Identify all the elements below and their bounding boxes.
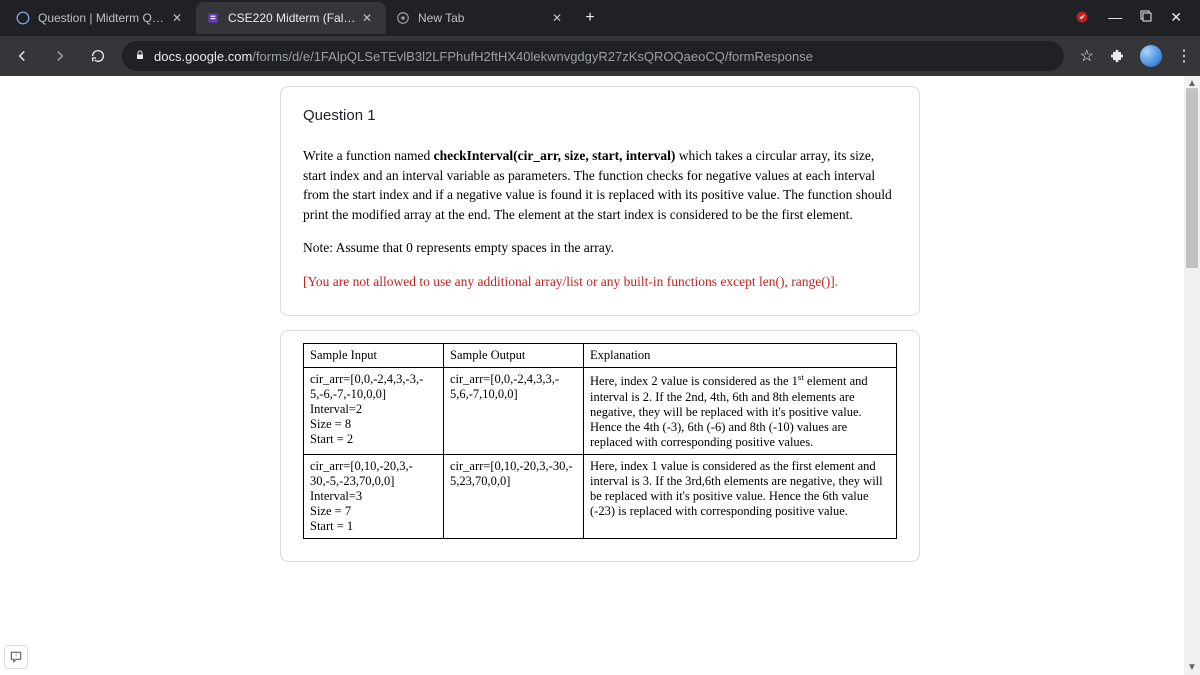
tab-title: Question | Midterm Question | CSE2 bbox=[38, 11, 166, 25]
close-window-button[interactable]: ✕ bbox=[1170, 9, 1182, 28]
question-paragraph-1: Write a function named checkInterval(cir… bbox=[303, 146, 897, 224]
url-host: docs.google.com bbox=[154, 49, 252, 64]
bookmark-star-icon[interactable]: ☆ bbox=[1080, 46, 1094, 66]
sample-table: Sample Input Sample Output Explanation c… bbox=[303, 343, 897, 538]
vertical-scrollbar[interactable]: ▲ ▼ bbox=[1184, 76, 1200, 675]
table-row: cir_arr=[0,0,-2,4,3,-3,- 5,-6,-7,-10,0,0… bbox=[304, 368, 897, 454]
scrollbar-thumb[interactable] bbox=[1186, 88, 1198, 268]
browser-tab-2[interactable]: New Tab ✕ bbox=[386, 2, 576, 34]
address-bar[interactable]: docs.google.com/forms/d/e/1FAlpQLSeTEvlB… bbox=[122, 41, 1064, 71]
new-tab-button[interactable]: + bbox=[576, 4, 604, 32]
lock-icon bbox=[134, 49, 146, 64]
close-icon[interactable]: ✕ bbox=[172, 11, 186, 25]
close-icon[interactable]: ✕ bbox=[552, 11, 566, 25]
back-button[interactable] bbox=[8, 42, 36, 70]
sample-card: Sample Input Sample Output Explanation c… bbox=[280, 330, 920, 561]
report-problem-button[interactable]: ! bbox=[4, 645, 28, 669]
favicon-icon bbox=[206, 11, 220, 25]
tab-title: CSE220 Midterm (Fall 2021) bbox=[228, 11, 356, 25]
maximize-button[interactable] bbox=[1140, 9, 1152, 28]
favicon-icon bbox=[16, 11, 30, 25]
table-row: cir_arr=[0,10,-20,3,- 30,-5,-23,70,0,0] … bbox=[304, 454, 897, 538]
menu-icon[interactable]: ⋮ bbox=[1176, 46, 1192, 66]
question-warning: [You are not allowed to use any addition… bbox=[303, 272, 897, 292]
minimize-button[interactable]: ― bbox=[1108, 9, 1122, 28]
forward-button[interactable] bbox=[46, 42, 74, 70]
svg-text:!: ! bbox=[15, 654, 17, 660]
th-input: Sample Input bbox=[304, 344, 444, 368]
browser-tab-0[interactable]: Question | Midterm Question | CSE2 ✕ bbox=[6, 2, 196, 34]
scroll-down-icon[interactable]: ▼ bbox=[1187, 662, 1197, 673]
favicon-icon bbox=[396, 11, 410, 25]
question-title: Question 1 bbox=[303, 107, 897, 124]
url-path: /forms/d/e/1FAlpQLSeTEvlB3l2LFPhufH2ftHX… bbox=[252, 49, 813, 64]
question-paragraph-2: Note: Assume that 0 represents empty spa… bbox=[303, 238, 897, 258]
close-icon[interactable]: ✕ bbox=[362, 11, 376, 25]
browser-tab-1[interactable]: CSE220 Midterm (Fall 2021) ✕ bbox=[196, 2, 386, 34]
profile-avatar[interactable] bbox=[1140, 45, 1162, 67]
tab-title: New Tab bbox=[418, 11, 546, 25]
shield-icon[interactable] bbox=[1074, 9, 1090, 28]
th-explanation: Explanation bbox=[584, 344, 897, 368]
th-output: Sample Output bbox=[444, 344, 584, 368]
extensions-icon[interactable] bbox=[1108, 47, 1126, 65]
question-card: Question 1 Write a function named checkI… bbox=[280, 86, 920, 316]
reload-button[interactable] bbox=[84, 42, 112, 70]
